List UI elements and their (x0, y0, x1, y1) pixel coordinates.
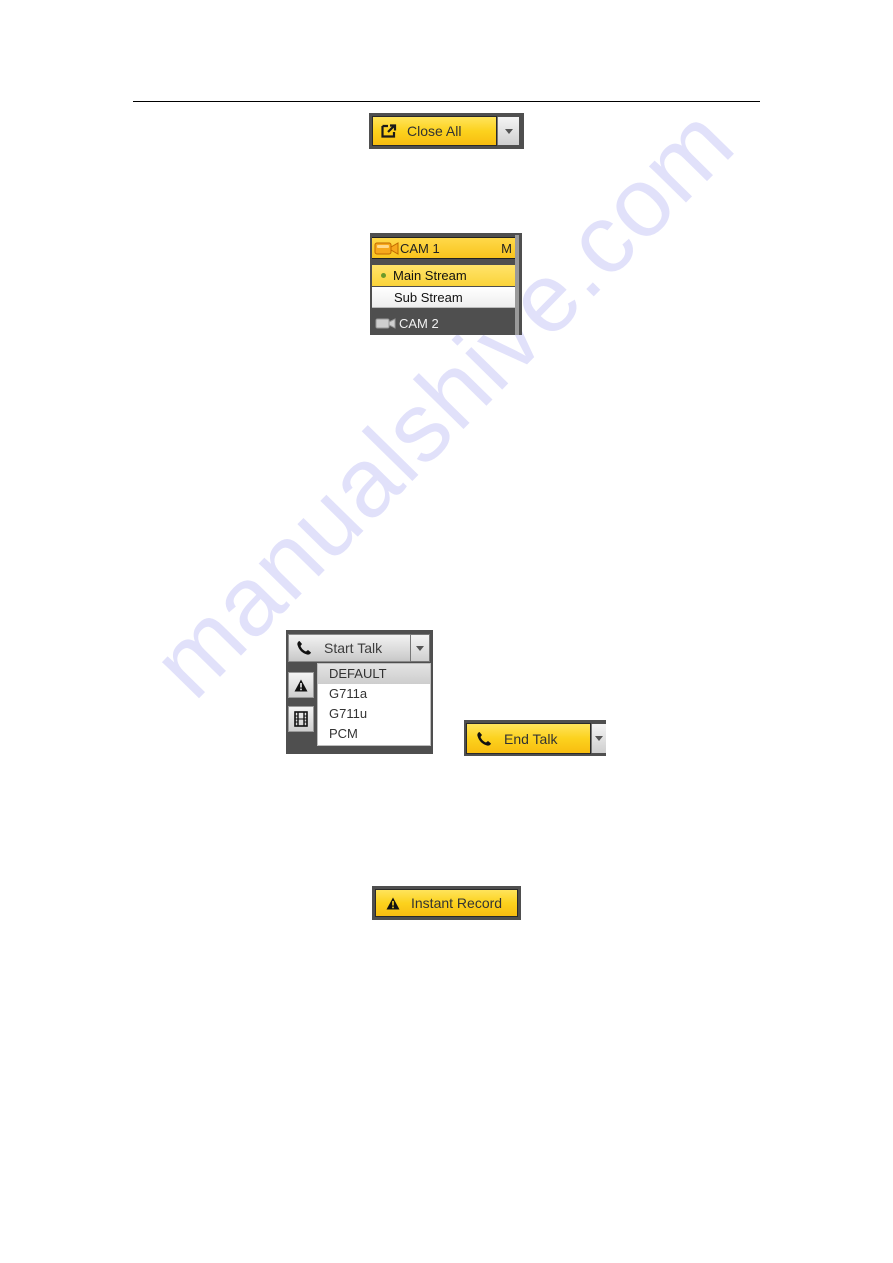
warning-icon (386, 897, 400, 910)
header-rule (133, 101, 760, 102)
alarm-side-button[interactable] (288, 672, 314, 698)
selected-dot-icon (381, 273, 386, 278)
codec-option-default[interactable]: DEFAULT (318, 664, 430, 684)
close-all-label: Close All (407, 123, 462, 139)
stream-list-scrollbar[interactable] (515, 235, 519, 335)
camera-1-label: CAM 1 (400, 240, 440, 256)
camera-2-row[interactable]: CAM 2 (372, 312, 515, 334)
start-talk-label: Start Talk (324, 640, 383, 656)
codec-dropdown-menu: DEFAULT G711a G711u PCM (317, 663, 431, 746)
close-all-icon (381, 124, 397, 138)
codec-option-g711u[interactable]: G711u (318, 704, 430, 724)
stream-option-main[interactable]: Main Stream (372, 265, 515, 286)
end-talk-button[interactable]: End Talk (466, 723, 591, 754)
camera-icon (374, 240, 400, 256)
instant-record-label: Instant Record (411, 895, 503, 911)
codec-option-g711a[interactable]: G711a (318, 684, 430, 704)
camera-2-label: CAM 2 (399, 315, 439, 331)
chevron-down-icon (595, 736, 603, 741)
chevron-down-icon (416, 645, 424, 651)
stream-option-label: Sub Stream (394, 289, 463, 305)
camera-1-stream-badge: M (501, 240, 512, 256)
end-talk-label: End Talk (504, 730, 558, 747)
start-talk-control: Start Talk DEFAULT G711a G711u PCM (286, 630, 433, 754)
warning-icon (294, 679, 308, 692)
close-all-control: Close All (369, 113, 524, 149)
stream-option-sub[interactable]: Sub Stream (372, 287, 515, 308)
close-all-button[interactable]: Close All (372, 116, 497, 146)
camera-1-row[interactable]: CAM 1 M (372, 237, 515, 259)
codec-option-pcm[interactable]: PCM (318, 724, 430, 744)
camera-icon (375, 316, 397, 330)
start-talk-dropdown-button[interactable] (410, 634, 430, 662)
chevron-down-icon (504, 128, 513, 134)
close-all-dropdown-button[interactable] (497, 117, 519, 145)
film-icon (294, 711, 308, 727)
phone-icon (296, 640, 312, 656)
instant-record-control: Instant Record (372, 886, 521, 920)
phone-icon (476, 731, 492, 747)
stream-list: CAM 1 M Main Stream Sub Stream CAM 2 (370, 233, 522, 335)
record-side-button[interactable] (288, 706, 314, 732)
end-talk-control: End Talk (464, 720, 606, 756)
end-talk-dropdown-button[interactable] (591, 724, 606, 753)
stream-option-label: Main Stream (393, 268, 467, 283)
start-talk-button[interactable]: Start Talk (288, 634, 412, 662)
instant-record-button[interactable]: Instant Record (375, 889, 518, 917)
